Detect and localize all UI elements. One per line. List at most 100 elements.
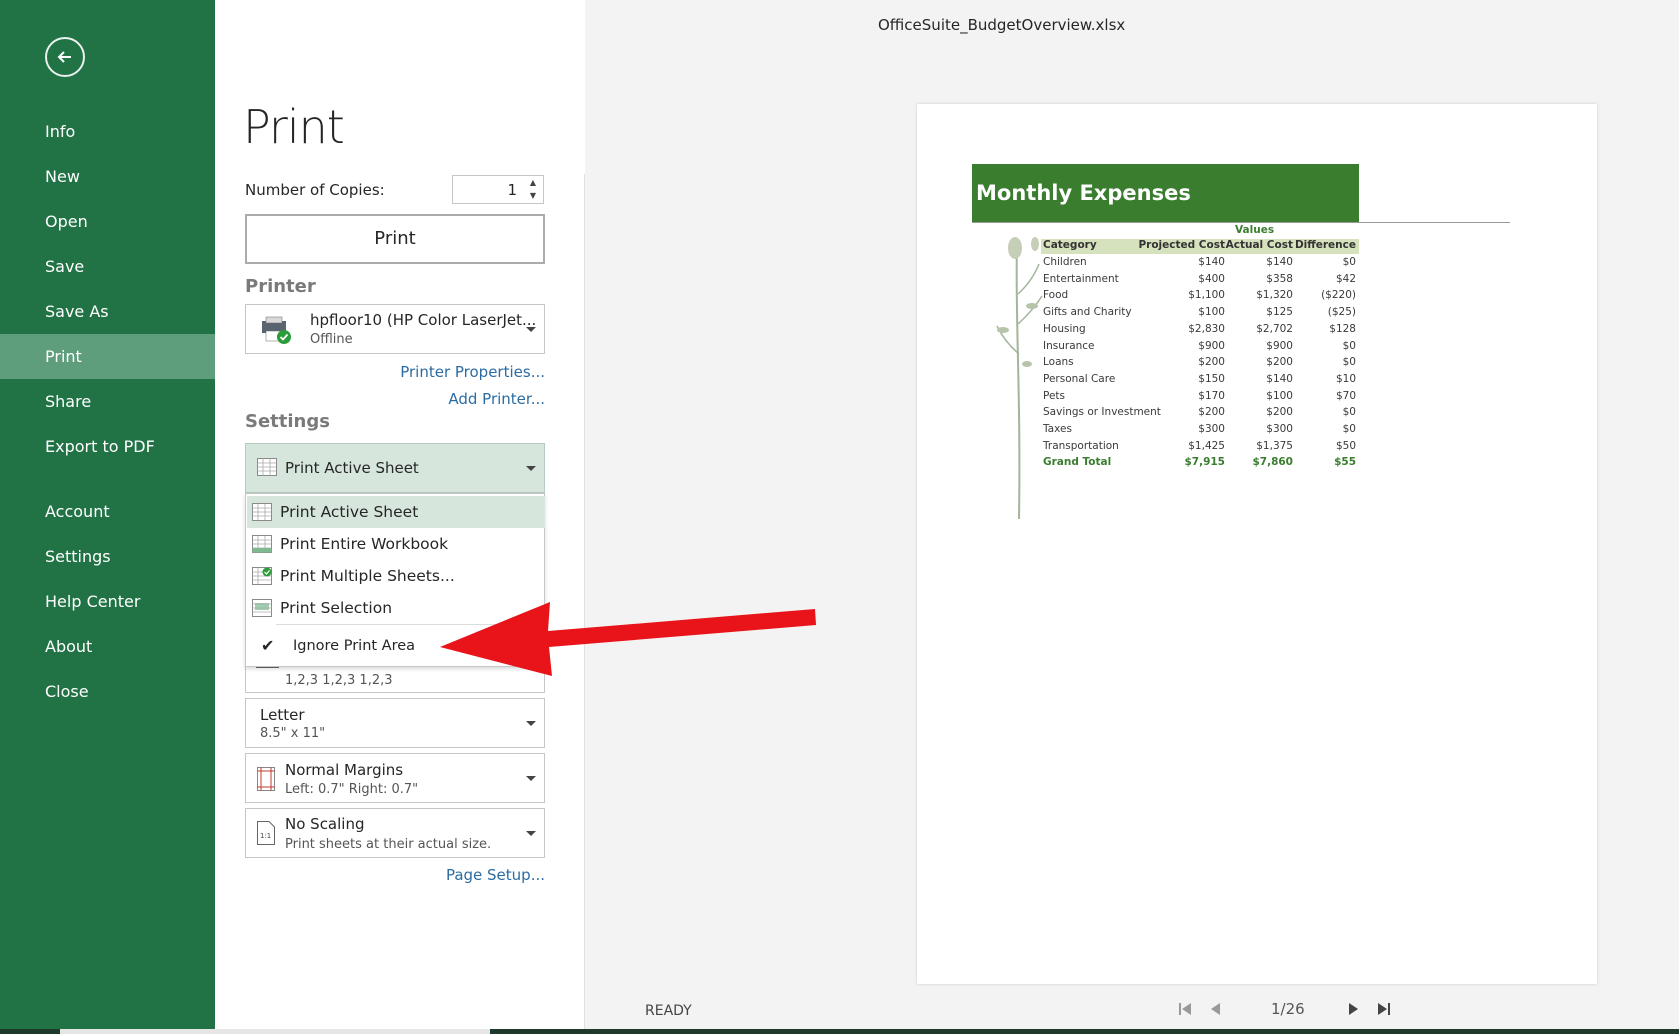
printer-select[interactable]: hpfloor10 (HP Color LaserJet... Offline (245, 304, 545, 354)
menu-item-print-active-sheet[interactable]: Print Active Sheet (247, 496, 545, 528)
decrement-icon[interactable]: ▼ (527, 190, 539, 202)
table-cell: $0 (1342, 356, 1356, 369)
print-what-select[interactable]: Print Active Sheet (245, 443, 545, 493)
paper-size: Letter (260, 706, 305, 724)
first-page-icon[interactable] (1178, 1001, 1192, 1017)
print-button[interactable]: Print (245, 214, 545, 264)
nav-new[interactable]: New (0, 154, 215, 199)
table-cell: Children (1043, 256, 1087, 268)
table-cell: $140 (1266, 372, 1293, 385)
table-cell: $170 (1198, 389, 1225, 402)
table-cell: Insurance (1043, 339, 1095, 352)
table-cell: $900 (1198, 339, 1225, 352)
status-ready: READY (645, 1003, 692, 1019)
table-cell: $150 (1198, 372, 1225, 385)
table-total-row: Grand Total $7,915 $7,860 $55 (1041, 456, 1359, 472)
table-cell: $200 (1266, 406, 1293, 419)
menu-item-print-multiple-sheets[interactable]: Print Multiple Sheets... (247, 560, 545, 592)
paper-size-select[interactable]: Letter 8.5" x 11" (245, 698, 545, 748)
table-cell: $7,915 (1184, 456, 1225, 469)
table-cell: $1,100 (1188, 289, 1225, 302)
page-indicator: 1/26 (1271, 1000, 1305, 1018)
table-cell: ($25) (1327, 306, 1356, 319)
table-cell: $55 (1334, 456, 1356, 469)
table-cell: Personal Care (1043, 372, 1116, 385)
nav-print[interactable]: Print (0, 334, 215, 379)
page-title: Print (243, 100, 345, 154)
column-header: Actual Cost (1225, 239, 1293, 251)
last-page-icon[interactable] (1377, 1001, 1391, 1017)
printer-properties-link[interactable]: Printer Properties... (400, 363, 545, 381)
menu-item-label: Print Multiple Sheets... (280, 567, 455, 585)
table-cell: $10 (1335, 372, 1356, 385)
workbook-icon (252, 535, 272, 553)
copies-value[interactable]: 1 (507, 181, 517, 199)
chevron-down-icon (526, 776, 536, 781)
back-button[interactable] (45, 37, 85, 77)
nav-about[interactable]: About (0, 624, 215, 669)
table-row: Insurance $900 $900 $0 (1041, 340, 1359, 356)
collate-sub: 1,2,3 1,2,3 1,2,3 (285, 673, 393, 688)
prev-page-icon[interactable] (1209, 1001, 1221, 1017)
menu-item-label: Print Entire Workbook (280, 535, 449, 553)
chevron-down-icon (526, 831, 536, 836)
table-cell: $140 (1198, 256, 1225, 268)
margins-select[interactable]: Normal Margins Left: 0.7" Right: 0.7" (245, 753, 545, 803)
table-cell: $42 (1335, 272, 1356, 285)
printer-status: Offline (310, 332, 353, 347)
table-cell: $2,702 (1256, 322, 1293, 335)
scaling-sub: Print sheets at their actual size. (285, 837, 492, 852)
table-cell: Gifts and Charity (1043, 306, 1132, 319)
table-cell: Loans (1043, 356, 1074, 369)
margins-sub: Left: 0.7" Right: 0.7" (285, 782, 419, 797)
scaling-select[interactable]: 1:1 No Scaling Print sheets at their act… (245, 808, 545, 858)
table-cell: Transportation (1043, 439, 1119, 452)
table-row: Taxes $300 $300 $0 (1041, 423, 1359, 439)
table-row: Savings or Investment $200 $200 $0 (1041, 406, 1359, 422)
table-row: Transportation $1,425 $1,375 $50 (1041, 440, 1359, 456)
table-cell: $140 (1266, 256, 1293, 268)
nav-account[interactable]: Account (0, 489, 215, 534)
preview-title-rule (972, 222, 1510, 223)
table-cell: Grand Total (1043, 456, 1112, 469)
selection-icon (252, 599, 272, 617)
column-header: Difference (1294, 239, 1356, 251)
nav-settings[interactable]: Settings (0, 534, 215, 579)
nav-info[interactable]: Info (0, 109, 215, 154)
nav-save-as[interactable]: Save As (0, 289, 215, 334)
nav-export-pdf[interactable]: Export to PDF (0, 424, 215, 469)
margins-main: Normal Margins (285, 761, 404, 779)
copies-stepper[interactable]: 1 ▲ ▼ (452, 175, 544, 204)
table-row: Children $140 $140 $0 (1041, 256, 1359, 272)
nav-share[interactable]: Share (0, 379, 215, 424)
menu-item-print-entire-workbook[interactable]: Print Entire Workbook (247, 528, 545, 560)
preview-title: Monthly Expenses (972, 164, 1359, 223)
table-cell: $50 (1335, 439, 1356, 452)
table-cell: $0 (1342, 423, 1356, 435)
add-printer-link[interactable]: Add Printer... (448, 390, 545, 408)
nav-save[interactable]: Save (0, 244, 215, 289)
multiple-sheets-icon (252, 567, 272, 585)
nav-help-center[interactable]: Help Center (0, 579, 215, 624)
increment-icon[interactable]: ▲ (527, 177, 539, 189)
chevron-down-icon (526, 466, 536, 471)
table-row: Gifts and Charity $100 $125 ($25) (1041, 306, 1359, 322)
table-cell: $0 (1342, 339, 1356, 352)
next-page-icon[interactable] (1348, 1001, 1360, 1017)
margins-icon (257, 767, 275, 791)
table-cell: $300 (1266, 423, 1293, 435)
paper-size-dim: 8.5" x 11" (260, 726, 326, 741)
table-cell: Taxes (1043, 423, 1072, 435)
table-row: Food $1,100 $1,320 ($220) (1041, 289, 1359, 305)
page-setup-link[interactable]: Page Setup... (446, 866, 545, 884)
column-header: Projected Cost (1138, 239, 1225, 251)
sheet-icon (252, 503, 272, 521)
table-cell: $200 (1198, 406, 1225, 419)
nav-open[interactable]: Open (0, 199, 215, 244)
copies-label: Number of Copies: (245, 181, 385, 199)
document-title: OfficeSuite_BudgetOverview.xlsx (878, 16, 1126, 34)
check-icon: ✔ (261, 636, 275, 655)
printer-icon (262, 316, 291, 344)
nav-close[interactable]: Close (0, 669, 215, 714)
table-row: Entertainment $400 $358 $42 (1041, 273, 1359, 289)
